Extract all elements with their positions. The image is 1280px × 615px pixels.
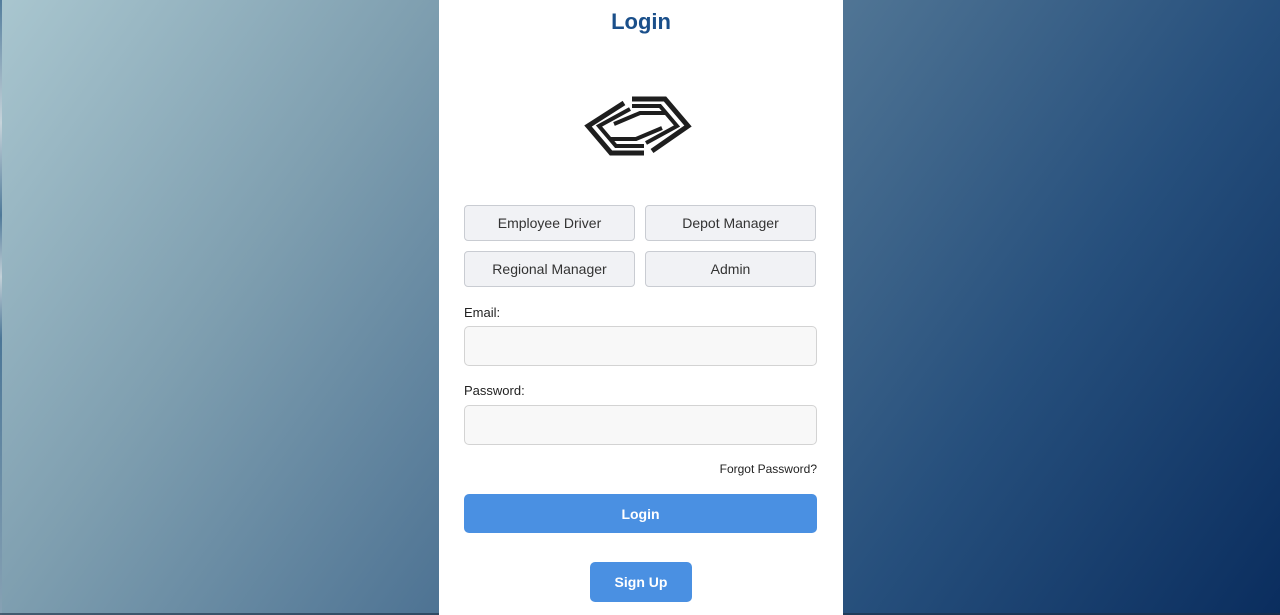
email-field[interactable] bbox=[464, 326, 817, 366]
window-left-edge bbox=[0, 0, 2, 615]
role-employee-driver-button[interactable]: Employee Driver bbox=[464, 205, 635, 241]
email-label: Email: bbox=[464, 305, 501, 320]
role-depot-manager-button[interactable]: Depot Manager bbox=[645, 205, 816, 241]
login-card: Login Employee Driver Depot Manager Regi… bbox=[439, 0, 843, 615]
password-label: Password: bbox=[464, 383, 525, 398]
page-title: Login bbox=[611, 9, 671, 34]
role-regional-manager-button[interactable]: Regional Manager bbox=[464, 251, 635, 287]
login-button[interactable]: Login bbox=[464, 494, 817, 533]
double-arrow-logo-icon bbox=[584, 95, 692, 157]
password-field[interactable] bbox=[464, 405, 817, 445]
forgot-password-link[interactable]: Forgot Password? bbox=[720, 462, 817, 476]
sign-up-button[interactable]: Sign Up bbox=[590, 562, 692, 602]
role-admin-button[interactable]: Admin bbox=[645, 251, 816, 287]
